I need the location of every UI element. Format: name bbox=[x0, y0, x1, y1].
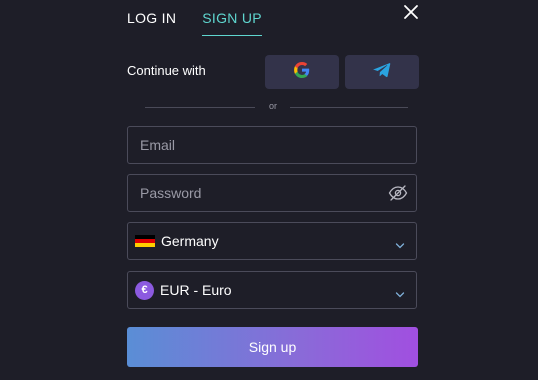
signup-button[interactable]: Sign up bbox=[127, 327, 418, 367]
chevron-down-icon bbox=[395, 286, 405, 298]
email-field[interactable] bbox=[128, 127, 416, 163]
google-login-button[interactable] bbox=[265, 55, 339, 89]
google-icon bbox=[293, 61, 311, 84]
eye-slash-icon[interactable] bbox=[388, 184, 408, 202]
or-label: or bbox=[268, 101, 277, 111]
chevron-down-icon bbox=[395, 237, 405, 249]
password-field-wrapper bbox=[127, 174, 417, 212]
telegram-login-button[interactable] bbox=[345, 55, 419, 89]
tab-login[interactable]: LOG IN bbox=[127, 10, 176, 32]
currency-value: EUR - Euro bbox=[160, 282, 232, 298]
euro-icon: € bbox=[135, 280, 154, 300]
continue-with-label: Continue with bbox=[127, 63, 206, 78]
divider-right bbox=[290, 107, 408, 108]
close-icon[interactable] bbox=[402, 3, 420, 21]
email-field-wrapper bbox=[127, 126, 417, 164]
password-field[interactable] bbox=[128, 175, 416, 211]
currency-select[interactable]: € EUR - Euro bbox=[127, 271, 417, 309]
signup-modal: LOG IN SIGN UP Continue with or Email Ge… bbox=[0, 0, 538, 380]
tab-signup[interactable]: SIGN UP bbox=[202, 10, 262, 36]
telegram-icon bbox=[373, 62, 391, 83]
germany-flag-icon bbox=[135, 234, 155, 248]
divider-left bbox=[145, 107, 255, 108]
country-value: Germany bbox=[161, 233, 219, 249]
auth-tabs: LOG IN SIGN UP bbox=[127, 6, 262, 36]
country-select[interactable]: Germany bbox=[127, 222, 417, 260]
